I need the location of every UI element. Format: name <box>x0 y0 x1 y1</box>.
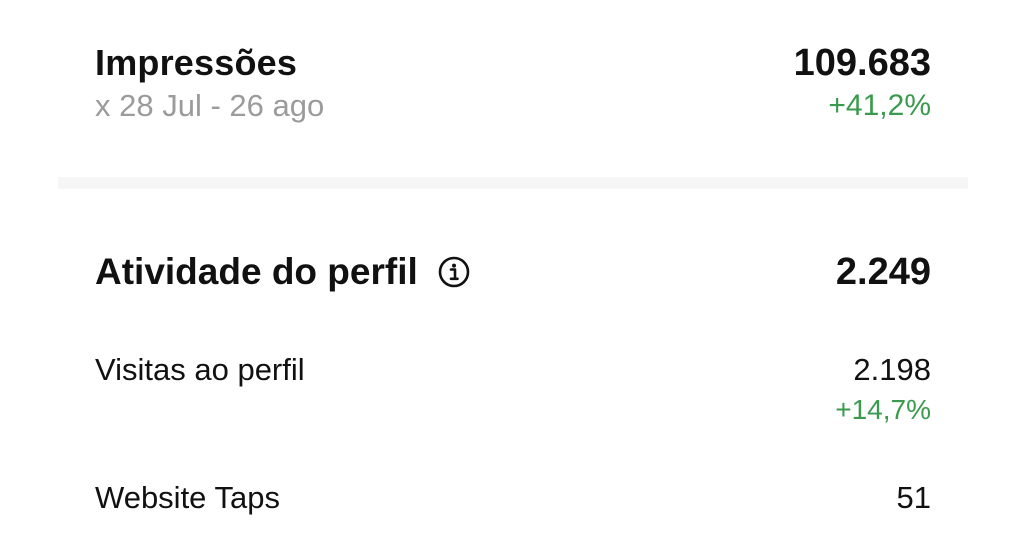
profile-activity-title: Atividade do perfil <box>95 251 418 292</box>
profile-visits-label: Visitas ao perfil <box>95 352 305 387</box>
profile-visits-value: 2.198 <box>853 352 931 387</box>
impressions-section[interactable]: Impressões x 28 Jul - 26 ago 109.683 +41… <box>95 42 931 126</box>
impressions-labels: Impressões x 28 Jul - 26 ago <box>95 42 324 126</box>
website-taps-value: 51 <box>896 480 931 515</box>
info-circle-icon[interactable] <box>438 256 470 288</box>
website-taps-row[interactable]: Website Taps 51 <box>95 478 931 518</box>
profile-visits-values: 2.198 +14,7% <box>835 350 931 428</box>
insights-page: Impressões x 28 Jul - 26 ago 109.683 +41… <box>0 0 1024 537</box>
impressions-values: 109.683 +41,2% <box>794 42 931 126</box>
profile-activity-heading: Atividade do perfil <box>95 248 470 296</box>
profile-visits-change: +14,7% <box>835 394 931 425</box>
profile-activity-value: 2.249 <box>835 251 931 293</box>
impressions-title: Impressões <box>95 42 298 83</box>
section-divider <box>58 177 968 189</box>
impressions-value: 109.683 <box>793 42 931 84</box>
impressions-date-range: x 28 Jul - 26 ago <box>95 88 325 123</box>
profile-activity-section: Atividade do perfil 2.249 <box>95 248 931 296</box>
profile-visits-row[interactable]: Visitas ao perfil 2.198 +14,7% <box>95 350 931 428</box>
website-taps-label: Website Taps <box>95 480 280 515</box>
impressions-change: +41,2% <box>828 89 931 122</box>
